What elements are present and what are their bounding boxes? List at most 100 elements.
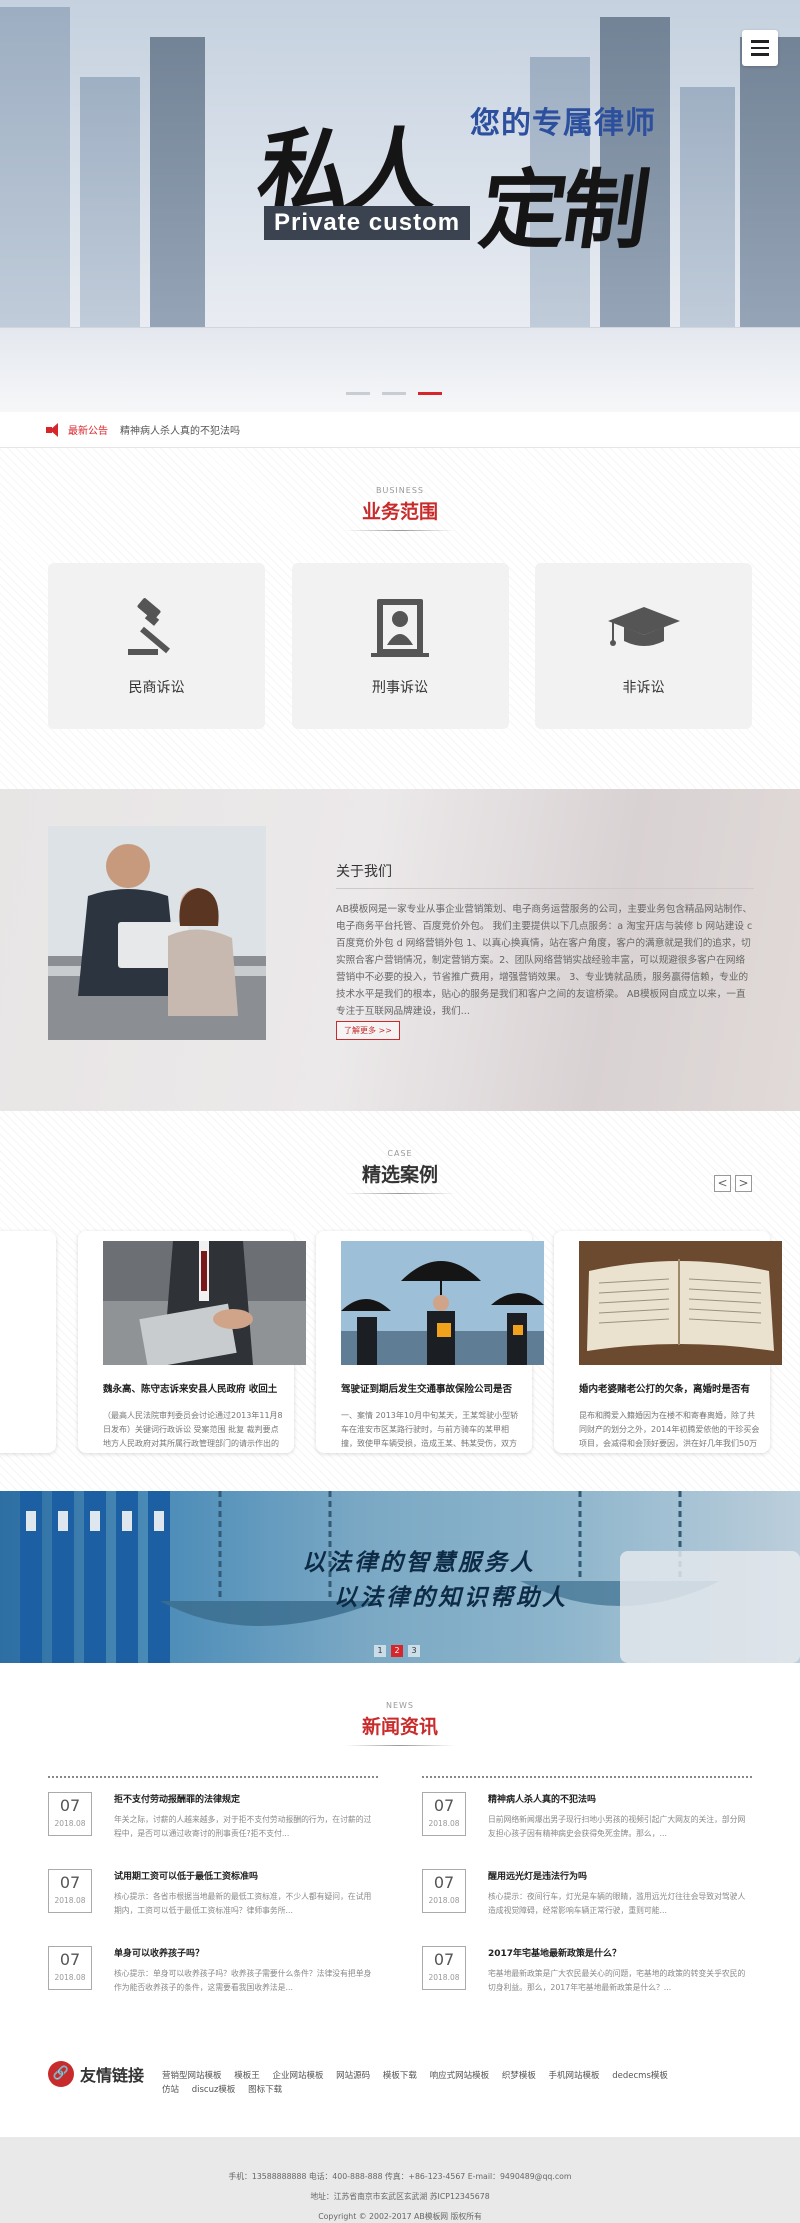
slider-dot[interactable] — [382, 392, 406, 395]
prev-arrow-icon[interactable]: < — [714, 1175, 731, 1192]
link-icon: 🔗 — [48, 2061, 74, 2087]
news-desc: 核心提示：夜间行车，灯光是车辆的眼睛，滥用远光灯往往会导致对驾驶人造成视觉障碍，… — [488, 1892, 746, 1915]
scale-illustration — [20, 1491, 800, 1663]
friend-link[interactable]: 营销型网站模板 — [162, 2071, 222, 2081]
case-card-partial[interactable] — [0, 1231, 56, 1453]
pager-item[interactable]: 1 — [374, 1645, 386, 1657]
news-title[interactable]: 单身可以收养孩子吗？ — [114, 1946, 378, 1959]
case-desc: 一、案情 2013年10月中旬某天，王某驾驶小型轿车在淮安市区某路行驶时，与前方… — [341, 1411, 519, 1448]
slider-dots — [346, 392, 442, 395]
about-body: AB模板网是一家专业从事企业营销策划、电子商务运营服务的公司，主要业务包含精品网… — [336, 904, 753, 1017]
friend-links-list: 营销型网站模板 模板王 企业网站模板 网站源码 模板下载 响应式网站模板 织梦模… — [162, 2069, 702, 2097]
news-date: 07 2018.08 — [48, 1869, 92, 1913]
friend-link[interactable]: 仿站 — [162, 2085, 179, 2095]
divider — [345, 1745, 455, 1746]
slogan-banner[interactable]: 以法律的智慧服务人 以法律的知识帮助人 1 2 3 — [0, 1491, 800, 1663]
news-column-left: 07 2018.08 拒不支付劳动报酬罪的法律规定年关之际，讨薪的人越来越多，对于… — [48, 1776, 378, 2023]
building-shape — [680, 87, 735, 337]
next-arrow-icon[interactable]: > — [735, 1175, 752, 1192]
news-item[interactable]: 07 2018.08 精神病人杀人真的不犯法吗 日前网络新闻爆出男子现行扫地小男孩的… — [422, 1792, 752, 1869]
business-card-label: 民商诉讼 — [128, 680, 185, 696]
building-shape — [0, 7, 70, 337]
case-card[interactable]: 驾驶证到期后发生交通事故保险公司是否 一、案情 2013年10月中旬某天，王某驾… — [316, 1231, 544, 1453]
case-card[interactable]: 婚内老婆赌老公打的欠条，离婚时是否有 昆布和腾爱入籍婚因为在楼不和寄春离婚，除了… — [554, 1231, 782, 1453]
case-title[interactable]: 魏永高、陈守志诉来安县人民政府 收回土 — [103, 1381, 284, 1395]
news-title[interactable]: 拒不支付劳动报酬罪的法律规定 — [114, 1792, 378, 1805]
section-en: CASE — [387, 1149, 413, 1158]
footer: 手机：13588888888 电话：400-888-888 传真：+86-123… — [0, 2137, 800, 2223]
case-card[interactable]: 魏永高、陈守志诉来安县人民政府 收回土 （最高人民法院审判委员会讨论通过2013… — [78, 1231, 306, 1453]
news-item[interactable]: 07 2018.08 拒不支付劳动报酬罪的法律规定年关之际，讨薪的人越来越多，对于… — [48, 1792, 378, 1869]
divider — [345, 530, 455, 531]
about-text: 关于我们 AB模板网是一家专业从事企业营销策划、电子商务运营服务的公司，主要业务… — [336, 861, 754, 1020]
notice-bar: 最新公告 精神病人杀人真的不犯法吗 — [0, 412, 800, 448]
news-date: 07 2018.08 — [422, 1946, 466, 1990]
news-section: NEWS 新闻资讯 07 2018.08 拒不支付劳动报酬罪的法律规定年关之际，讨… — [0, 1663, 800, 2053]
notice-label: 最新公告 — [68, 426, 108, 437]
case-title[interactable]: 婚内老婆赌老公打的欠条，离婚时是否有 — [579, 1381, 760, 1395]
news-desc: 核心提示：各省市根据当地最新的最低工资标准，不少人都有疑问，在试用期内，工资可以… — [114, 1892, 372, 1915]
friend-link[interactable]: 企业网站模板 — [272, 2071, 323, 2081]
slider-dot[interactable] — [346, 392, 370, 395]
news-date: 07 2018.08 — [422, 1792, 466, 1836]
carousel-arrows: < > — [714, 1175, 752, 1192]
news-title[interactable]: 试用期工资可以低于最低工资标准吗 — [114, 1869, 378, 1882]
news-title[interactable]: 2017年宅基地最新政策是什么？ — [488, 1946, 752, 1959]
case-desc: 昆布和腾爱入籍婚因为在楼不和寄春离婚，除了共同财产的划分之外，2014年初腾爱依… — [579, 1411, 760, 1448]
news-title[interactable]: 醒用远光灯是违法行为吗 — [488, 1869, 752, 1882]
page: 私人 您的专属律师 定制 Private custom 最新公告 精神病人杀人真… — [0, 0, 800, 2223]
news-item[interactable]: 07 2018.08 2017年宅基地最新政策是什么？ 宅基地最新政策是广大农民最关… — [422, 1946, 752, 2023]
news-desc: 宅基地最新政策是广大农民最关心的问题，宅基地的政策的转变关乎农民的切身利益。那么… — [488, 1969, 746, 1992]
news-item[interactable]: 07 2018.08 单身可以收养孩子吗？ 核心提示：单身可以收养孩子吗？收养孩子需… — [48, 1946, 378, 2023]
pager-item[interactable]: 3 — [408, 1645, 420, 1657]
hamburger-icon — [751, 40, 769, 43]
case-title[interactable]: 驾驶证到期后发生交通事故保险公司是否 — [341, 1381, 522, 1395]
news-title[interactable]: 精神病人杀人真的不犯法吗 — [488, 1792, 752, 1805]
hero-banner[interactable]: 私人 您的专属律师 定制 Private custom — [0, 0, 800, 412]
friend-link[interactable]: 网站源码 — [336, 2071, 370, 2081]
about-photo — [48, 826, 266, 1040]
about-section: 关于我们 AB模板网是一家专业从事企业营销策划、电子商务运营服务的公司，主要业务… — [0, 789, 800, 1111]
friend-link[interactable]: 织梦模板 — [502, 2071, 536, 2081]
friend-link[interactable]: 模板下载 — [383, 2071, 417, 2081]
friend-link[interactable]: 模板王 — [234, 2071, 260, 2081]
case-image — [579, 1241, 782, 1365]
news-column-right: 07 2018.08 精神病人杀人真的不犯法吗 日前网络新闻爆出男子现行扫地小男孩的… — [422, 1776, 752, 2023]
slogan-line-1: 以法律的智慧服务人 — [302, 1549, 536, 1576]
hero-english: Private custom — [264, 206, 471, 240]
slider-dot-active[interactable] — [418, 392, 442, 395]
graduation-cap-icon — [607, 607, 680, 646]
friend-link[interactable]: discuz模板 — [192, 2085, 236, 2095]
news-item[interactable]: 07 2018.08 试用期工资可以低于最低工资标准吗核心提示：各省市根据当地最新… — [48, 1869, 378, 1946]
notice-link[interactable]: 精神病人杀人真的不犯法吗 — [120, 422, 240, 437]
building-shape — [740, 37, 800, 337]
news-item[interactable]: 07 2018.08 醒用远光灯是违法行为吗核心提示：夜间行车，灯光是车辆的眼睛，… — [422, 1869, 752, 1946]
speaker-icon — [46, 422, 62, 437]
friend-link[interactable]: 图标下载 — [248, 2085, 282, 2095]
building-shape — [80, 77, 140, 337]
news-date: 07 2018.08 — [422, 1869, 466, 1913]
footer-address: 地址：江苏省南京市玄武区玄武湖 苏ICP12345678 — [310, 2192, 490, 2201]
about-more-button[interactable]: 了解更多 >> — [336, 1021, 400, 1040]
floor-reflection — [0, 327, 800, 412]
footer-copyright: Copyright © 2002-2017 AB模板网 版权所有 — [318, 2212, 482, 2221]
building-shape — [150, 37, 205, 337]
section-title: 新闻资讯 — [361, 1716, 438, 1738]
business-card-civil[interactable]: 民商诉讼 — [48, 563, 265, 729]
business-card-label: 非诉讼 — [622, 680, 665, 696]
case-desc: （最高人民法院审判委员会讨论通过2013年11月8日发布）关键词行政诉讼 受案范… — [103, 1411, 283, 1448]
business-card-criminal[interactable]: 刑事诉讼 — [291, 563, 509, 729]
pager-item-active[interactable]: 2 — [391, 1645, 403, 1657]
friend-link[interactable]: 响应式网站模板 — [430, 2071, 490, 2081]
section-heading: NEWS 新闻资讯 — [0, 1701, 800, 1746]
divider — [345, 1193, 455, 1194]
business-card-non-litigation[interactable]: 非诉讼 — [535, 563, 752, 729]
menu-button[interactable] — [742, 30, 778, 66]
business-section: BUSINESS 业务范围 民商诉讼 刑事诉讼 非诉讼 — [0, 448, 800, 789]
news-desc: 年关之际，讨薪的人越来越多，对于拒不支付劳动报酬的行为，在讨薪的过程中，是否可以… — [114, 1815, 372, 1838]
news-date: 07 2018.08 — [48, 1792, 92, 1836]
hero-subtitle: 您的专属律师 — [470, 106, 656, 141]
friend-link[interactable]: dedecms模板 — [612, 2071, 668, 2081]
friend-link[interactable]: 手机网站模板 — [549, 2071, 600, 2081]
friend-links-heading: 🔗 友情链接 — [48, 2061, 144, 2087]
